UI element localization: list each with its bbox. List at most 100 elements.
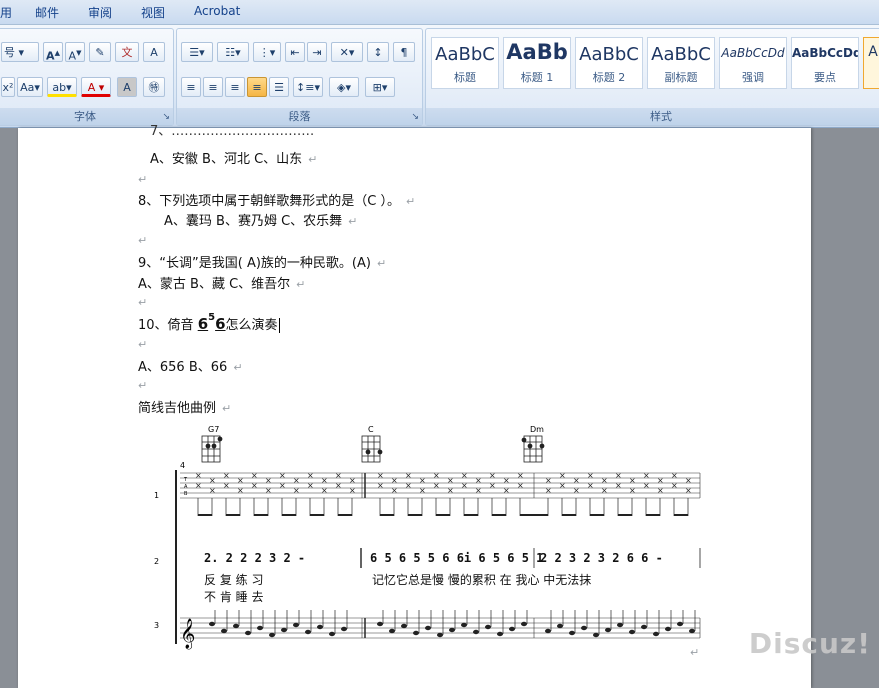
align-center-icon[interactable]: ≡ [203,77,223,97]
borders-icon[interactable]: ⊞▾ [365,77,395,97]
style-sample: AaBbC [579,44,639,65]
sort-icon[interactable]: ↕ [367,42,389,62]
menu-item-view[interactable]: 视图 [141,4,165,21]
note-head [605,627,611,633]
style-emphasis[interactable]: AaBbCcDd 强调 [719,37,787,89]
highlight-icon[interactable]: ab▾ [47,77,77,97]
asian-layout-icon[interactable]: ✕▾ [331,42,363,62]
paragraph-dialog-launcher-icon[interactable]: ↘ [411,112,419,122]
tab-x-mark: × [503,486,510,495]
tab-x-mark: × [643,481,650,490]
bullets-icon[interactable]: ☰▾ [181,42,213,62]
paragraph-mark: ↵ [138,234,148,247]
tab-x-mark: × [391,476,398,485]
style-sample: AaBbCcDd [721,46,785,60]
style-partial[interactable]: A [863,37,879,89]
note-head [629,629,635,635]
note-head [509,626,515,632]
tab-x-mark: × [307,471,314,480]
tab-x-mark: × [657,486,664,495]
tab-x-mark: × [629,486,636,495]
chord-name: Dm [530,425,544,434]
note-head [329,631,335,637]
styles-group: AaBbC 标题 AaBb 标题 1 AaBbC 标题 2 AaBbC 副标题 … [425,28,879,126]
q10-text: 10、倚音 656怎么演奏​ [138,312,280,333]
align-right-icon[interactable]: ≡ [225,77,245,97]
note-head [293,622,299,628]
tab-x-mark: × [545,476,552,485]
style-sample: AaBbC [651,44,711,65]
increase-indent-icon[interactable]: ⇥ [307,42,327,62]
note-head [437,632,443,638]
style-subtitle[interactable]: AaBbC 副标题 [647,37,715,89]
font-color-icon[interactable]: A ▾ [81,77,111,97]
grow-font-icon[interactable]: A▲ [43,42,63,63]
tab-x-mark: × [573,476,580,485]
tab-x-mark: × [489,471,496,480]
note-head [677,621,683,627]
grace-note-main: 6 [197,315,209,333]
menu-item-acrobat[interactable]: Acrobat [194,4,240,18]
change-case-icon[interactable]: Aa▾ [17,77,43,97]
style-heading-2[interactable]: AaBbC 标题 2 [575,37,643,89]
clear-format-icon[interactable]: ✎ [89,42,111,62]
chord-diagram-c [361,435,383,463]
char-shading-icon[interactable]: A [117,77,137,97]
paragraph-mark: ↵ [138,379,148,392]
section-title: 简线吉他曲例 ↵ [138,401,232,416]
tab-x-mark: × [489,481,496,490]
note-head [473,629,479,635]
style-strong[interactable]: AaBbCcDd 要点 [791,37,859,89]
phonetic-guide-icon[interactable]: 文 [115,42,139,62]
tab-x-mark: × [265,476,272,485]
note-head [257,625,263,631]
menu-item-mailings[interactable]: 邮件 [35,4,59,21]
guitar-score: G7 C Dm 1 2 3 4 T A B ××××××××××××××××××… [154,425,701,650]
style-heading-1[interactable]: AaBb 标题 1 [503,37,571,89]
justify-icon[interactable]: ≡ [247,77,267,97]
paragraph-mark: ↵ [690,646,700,659]
superscript-icon[interactable]: x² [1,77,15,97]
tab-x-mark: × [461,471,468,480]
tab-x-mark: × [293,476,300,485]
tab-x-mark: × [629,476,636,485]
tab-staff [180,472,701,499]
styles-group-label: 样式 [426,108,879,125]
menu-item-partial[interactable]: 用 [0,4,12,21]
tab-x-mark: × [447,486,454,495]
staff-number: 2 [154,557,159,566]
multilevel-list-icon[interactable]: ⋮▾ [253,42,281,62]
align-left-icon[interactable]: ≡ [181,77,201,97]
note-head [209,621,215,627]
tab-x-mark: × [279,481,286,490]
chord-name: G7 [208,425,219,434]
shrink-font-icon[interactable]: A▼ [65,42,85,63]
enclosed-char-icon[interactable]: ㊕ [143,77,165,97]
note-head [233,623,239,629]
note-head [557,623,563,629]
tab-x-mark: × [419,476,426,485]
distributed-icon[interactable]: ☰ [269,77,289,97]
tab-x-mark: × [475,476,482,485]
tab-x-mark: × [545,486,552,495]
time-signature: 4 [180,461,185,470]
shading-icon[interactable]: ◈▾ [329,77,359,97]
style-sample: AaBbC [435,44,495,65]
line-spacing-icon[interactable]: ↕≡▾ [293,77,323,97]
decrease-indent-icon[interactable]: ⇤ [285,42,305,62]
q10-options: A、656 B、66 ↵ [138,360,243,375]
tab-x-mark: × [503,476,510,485]
tab-x-mark: × [657,476,664,485]
grace-note-target: 6 [215,315,226,333]
document-page[interactable]: 7、…………………………… A、安徽 B、河北 C、山东 ↵ ↵ 8、下列选项中属… [18,124,811,688]
style-title[interactable]: AaBbC 标题 [431,37,499,89]
paragraph-mark: ↵ [138,173,148,186]
font-size-select[interactable]: 号 ▾ [1,42,39,62]
paragraph-mark: ↵ [138,338,148,351]
show-marks-icon[interactable]: ¶ [393,42,415,62]
menu-item-review[interactable]: 审阅 [88,4,112,21]
char-border-icon[interactable]: A [143,42,165,62]
document-area: 7、…………………………… A、安徽 B、河北 C、山东 ↵ ↵ 8、下列选项中属… [0,124,879,688]
note-head [389,628,395,634]
numbering-icon[interactable]: ☷▾ [217,42,249,62]
